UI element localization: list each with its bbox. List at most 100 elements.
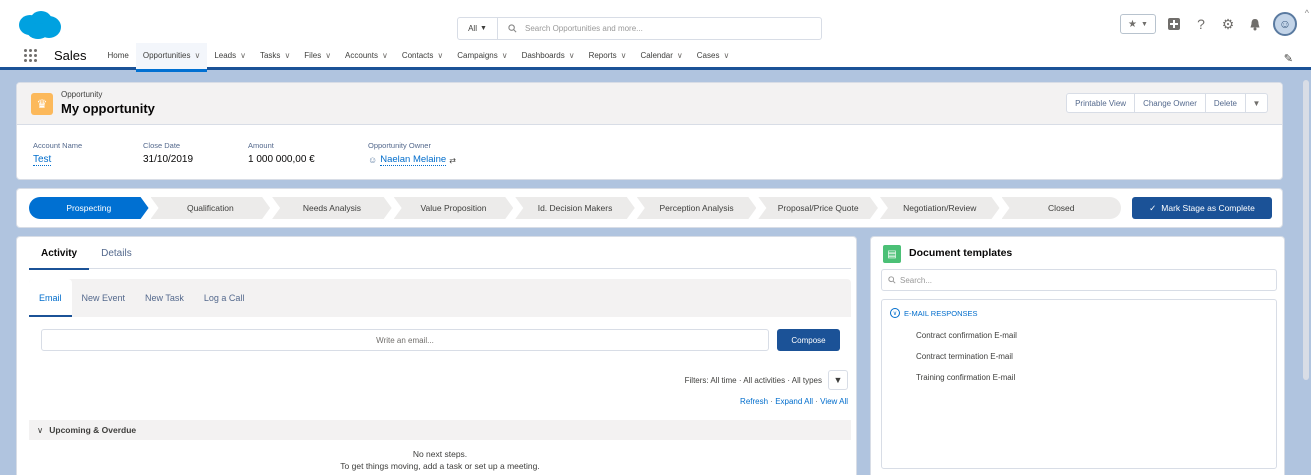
tree-group-label: E-MAIL RESPONSES [904, 308, 978, 318]
upcoming-overdue-section[interactable]: ∨ Upcoming & Overdue [29, 420, 851, 440]
app-launcher-icon[interactable] [24, 48, 38, 63]
chevron-down-icon[interactable]: ∨ [502, 51, 508, 60]
scroll-up-icon[interactable]: ^ [1305, 8, 1309, 18]
search-icon [508, 24, 517, 33]
nav-item-dashboards[interactable]: Dashboards ∨ [515, 43, 582, 69]
delete-button[interactable]: Delete [1205, 93, 1246, 113]
chevron-down-icon: ∨ [37, 424, 44, 435]
help-icon[interactable]: ? [1192, 15, 1210, 33]
chevron-down-icon[interactable]: ∨ [325, 51, 331, 60]
write-email-input[interactable]: Write an email... [41, 329, 769, 351]
search-input[interactable]: Search Opportunities and more... [498, 18, 821, 39]
nav-item-label: Cases [696, 51, 720, 60]
owner-link[interactable]: Naelan Melaine [380, 154, 447, 166]
global-search[interactable]: All ▼ Search Opportunities and more... [457, 17, 822, 40]
nav-item-label: Contacts [401, 51, 434, 60]
object-type-label: Opportunity [61, 90, 103, 99]
nav-item-cases[interactable]: Cases ∨ [690, 43, 737, 69]
chevron-down-icon[interactable]: ∨ [437, 51, 443, 60]
path-stage[interactable]: Id. Decision Makers [515, 197, 635, 219]
salesforce-logo-icon[interactable] [16, 10, 62, 40]
path-stage[interactable]: Closed [1001, 197, 1122, 219]
nav-item-tasks[interactable]: Tasks ∨ [253, 43, 297, 69]
nav-item-calendar[interactable]: Calendar ∨ [633, 43, 689, 69]
template-item[interactable]: Contract confirmation E-mail [916, 331, 1017, 340]
favorites-button[interactable]: ★ ▼ [1120, 14, 1156, 34]
path-stage[interactable]: Proposal/Price Quote [758, 197, 878, 219]
notifications-bell-icon[interactable] [1246, 15, 1264, 33]
nav-item-leads[interactable]: Leads ∨ [207, 43, 253, 69]
chevron-down-icon[interactable]: ∨ [194, 51, 200, 60]
search-scope-label: All [468, 24, 477, 33]
path-stage[interactable]: Needs Analysis [272, 197, 392, 219]
nav-item-label: Campaigns [457, 51, 498, 60]
template-item[interactable]: Contract termination E-mail [916, 352, 1013, 361]
account-link[interactable]: Test [33, 154, 52, 166]
chevron-down-icon[interactable]: ∨ [240, 51, 246, 60]
tab-new-event[interactable]: New Event [72, 279, 136, 317]
nav-item-label: Leads [214, 51, 237, 60]
nav-item-accounts[interactable]: Accounts ∨ [338, 43, 395, 69]
field-value: 31/10/2019 [143, 154, 194, 165]
chevron-down-icon[interactable]: ∨ [569, 51, 575, 60]
search-scope-select[interactable]: All ▼ [458, 18, 498, 39]
nav-item-reports[interactable]: Reports ∨ [582, 43, 634, 69]
setup-gear-icon[interactable]: ⚙ [1219, 15, 1237, 33]
compose-button[interactable]: Compose [777, 329, 840, 351]
tab-new-task[interactable]: New Task [135, 279, 194, 317]
tab-details[interactable]: Details [89, 237, 144, 269]
nav-item-files[interactable]: Files ∨ [297, 43, 338, 69]
user-avatar[interactable]: ☺ [1273, 12, 1297, 36]
nav-item-label: Reports [588, 51, 617, 60]
field-label: Amount [248, 141, 274, 150]
template-search-input[interactable]: Search... [881, 269, 1277, 291]
highlight-fields: Account Name Test Close Date 31/10/2019 … [33, 141, 486, 166]
nav-item-label: Accounts [345, 51, 378, 60]
sales-path: Prospecting Qualification Needs Analysis Va… [16, 188, 1283, 228]
edit-nav-pencil-icon[interactable]: ✎ [1284, 52, 1293, 65]
field-label: Opportunity Owner [368, 141, 431, 150]
path-stage[interactable]: Value Proposition [394, 197, 514, 219]
more-actions-chevron-down-icon[interactable]: ▼ [1246, 93, 1268, 113]
path-stage[interactable]: Qualification [151, 197, 271, 219]
printable-view-button[interactable]: Printable View [1066, 93, 1136, 113]
path-stage[interactable]: Prospecting [29, 197, 149, 219]
page-scrollbar[interactable] [1303, 80, 1309, 380]
nav-item-campaigns[interactable]: Campaigns ∨ [450, 43, 514, 69]
global-actions-icon[interactable] [1165, 15, 1183, 33]
search-placeholder: Search Opportunities and more... [525, 24, 643, 33]
nav-item-opportunities[interactable]: Opportunities ∨ [135, 42, 208, 72]
change-owner-icon[interactable]: ⇄ [449, 156, 456, 165]
nav-item-contacts[interactable]: Contacts ∨ [395, 43, 450, 69]
chevron-down-icon[interactable]: ∨ [723, 51, 729, 60]
tab-log-a-call[interactable]: Log a Call [194, 279, 255, 317]
mark-stage-label: Mark Stage as Complete [1161, 203, 1255, 213]
nav-item-label: Opportunities [142, 51, 191, 60]
nav-item-home[interactable]: Home [101, 43, 136, 69]
nav-item-label: Home [107, 51, 129, 60]
document-templates-title: Document templates [909, 247, 1013, 259]
chevron-down-icon[interactable]: ∨ [284, 51, 290, 60]
mark-stage-complete-button[interactable]: ✓ Mark Stage as Complete [1132, 197, 1272, 219]
tab-email[interactable]: Email [29, 279, 72, 317]
filter-funnel-icon[interactable]: ▼ [828, 370, 848, 390]
chevron-down-icon[interactable]: ∨ [677, 51, 683, 60]
chevron-down-icon[interactable]: ∨ [382, 51, 388, 60]
path-stage[interactable]: Negotiation/Review [880, 197, 1000, 219]
refresh-link[interactable]: Refresh [740, 397, 768, 406]
change-owner-button[interactable]: Change Owner [1135, 93, 1206, 113]
view-all-link[interactable]: View All [820, 397, 848, 406]
star-icon: ★ [1128, 18, 1138, 30]
path-stage[interactable]: Perception Analysis [637, 197, 757, 219]
activity-panel: Activity Details Email New Event New Tas… [16, 236, 857, 475]
filters-summary: Filters: All time · All activities · All… [684, 375, 822, 385]
template-item[interactable]: Training confirmation E-mail [916, 373, 1015, 382]
record-title: My opportunity [61, 101, 155, 116]
record-tabs: Activity Details [29, 237, 851, 270]
app-nav-bar: Sales Home Opportunities ∨ Leads ∨ Tasks ∨ File… [0, 42, 1311, 72]
field-close-date: Close Date 31/10/2019 [143, 141, 218, 166]
tree-group-email-responses[interactable]: ∨ E-MAIL RESPONSES [890, 308, 978, 318]
tab-activity[interactable]: Activity [29, 237, 90, 270]
expand-all-link[interactable]: Expand All [775, 397, 813, 406]
chevron-down-icon[interactable]: ∨ [621, 51, 627, 60]
